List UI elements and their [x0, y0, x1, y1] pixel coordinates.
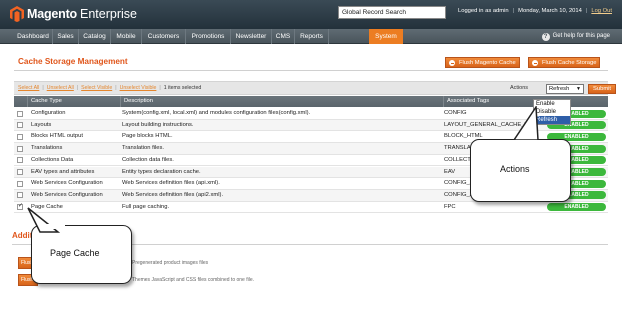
- flush-icon: [449, 60, 455, 66]
- main-nav: Dashboard Sales Catalog Mobile Customers…: [0, 29, 622, 44]
- nav-newsletter[interactable]: Newsletter: [231, 29, 272, 44]
- logo-text: Magento: [27, 7, 77, 21]
- nav-dashboard[interactable]: Dashboard: [14, 29, 53, 44]
- nav-reports[interactable]: Reports: [295, 29, 329, 44]
- flush-cache-storage-button[interactable]: Flush Cache Storage: [528, 57, 601, 68]
- select-all-link[interactable]: Select All: [18, 85, 39, 91]
- row-checkbox[interactable]: [17, 122, 23, 129]
- nav-sales[interactable]: Sales: [53, 29, 79, 44]
- logo-edition: Enterprise: [80, 7, 137, 21]
- selection-links: Select All | Unselect All | Select Visible…: [18, 85, 202, 91]
- global-search-input[interactable]: Global Record Search: [338, 6, 446, 19]
- page: Magento Enterprise Global Record Search …: [0, 0, 622, 313]
- submit-button[interactable]: Submit: [588, 84, 617, 94]
- col-cache-type[interactable]: Cache Type: [28, 96, 121, 107]
- table-row[interactable]: Page Cache Full page caching. FPC ENABLE…: [14, 202, 608, 214]
- col-description[interactable]: Description: [121, 96, 444, 107]
- row-checkbox[interactable]: [17, 157, 23, 164]
- status-badge: ENABLED: [547, 203, 606, 212]
- flush-icon: [532, 60, 538, 66]
- page-cache-callout-text: Page Cache: [50, 248, 100, 258]
- header-date: Monday, March 10, 2014: [518, 8, 582, 14]
- row-checkbox[interactable]: [17, 169, 23, 175]
- row-checkbox[interactable]: [17, 180, 23, 187]
- logout-link[interactable]: Log Out: [591, 8, 612, 14]
- help-link[interactable]: ? Get help for this page: [541, 29, 610, 44]
- catalog-images-description: Pregenerated product images files: [132, 260, 209, 266]
- nav-catalog[interactable]: Catalog: [79, 29, 111, 44]
- unselect-visible-link[interactable]: Unselect Visible: [120, 85, 157, 91]
- logged-in-text: Logged in as admin: [458, 8, 509, 14]
- chevron-down-icon: ▼: [576, 86, 581, 92]
- unselect-all-link[interactable]: Unselect All: [47, 85, 74, 91]
- divider: [14, 70, 608, 71]
- massaction-bar: Select All | Unselect All | Select Visible…: [14, 81, 617, 95]
- logo[interactable]: Magento Enterprise: [10, 6, 137, 22]
- header-links: Logged in as admin | Monday, March 10, 2…: [458, 8, 612, 14]
- actions-callout-text: Actions: [500, 164, 530, 174]
- help-icon: ?: [541, 32, 550, 41]
- nav-promotions[interactable]: Promotions: [186, 29, 231, 44]
- row-checkbox[interactable]: [17, 133, 23, 140]
- header-bar: Magento Enterprise Global Record Search …: [0, 0, 622, 29]
- actions-select[interactable]: Refresh ▼: [546, 84, 584, 94]
- row-checkbox-checked[interactable]: [17, 202, 23, 211]
- nav-customers[interactable]: Customers: [142, 29, 186, 44]
- nav-system[interactable]: System: [369, 29, 403, 44]
- js-css-description: Themes JavaScript and CSS files combined…: [132, 277, 255, 283]
- nav-mobile[interactable]: Mobile: [111, 29, 142, 44]
- row-checkbox[interactable]: [17, 145, 23, 152]
- select-visible-link[interactable]: Select Visible: [81, 85, 112, 91]
- items-selected-count: 1 items selected: [163, 85, 202, 91]
- page-title: Cache Storage Management: [18, 57, 128, 66]
- actions-label: Actions: [510, 85, 529, 91]
- row-checkbox[interactable]: [17, 192, 23, 199]
- nav-cms[interactable]: CMS: [272, 29, 295, 44]
- row-checkbox[interactable]: [17, 110, 23, 117]
- flush-magento-cache-button[interactable]: Flush Magento Cache: [445, 57, 520, 68]
- help-text: Get help for this page: [552, 33, 610, 39]
- magento-logo-icon: [10, 6, 24, 22]
